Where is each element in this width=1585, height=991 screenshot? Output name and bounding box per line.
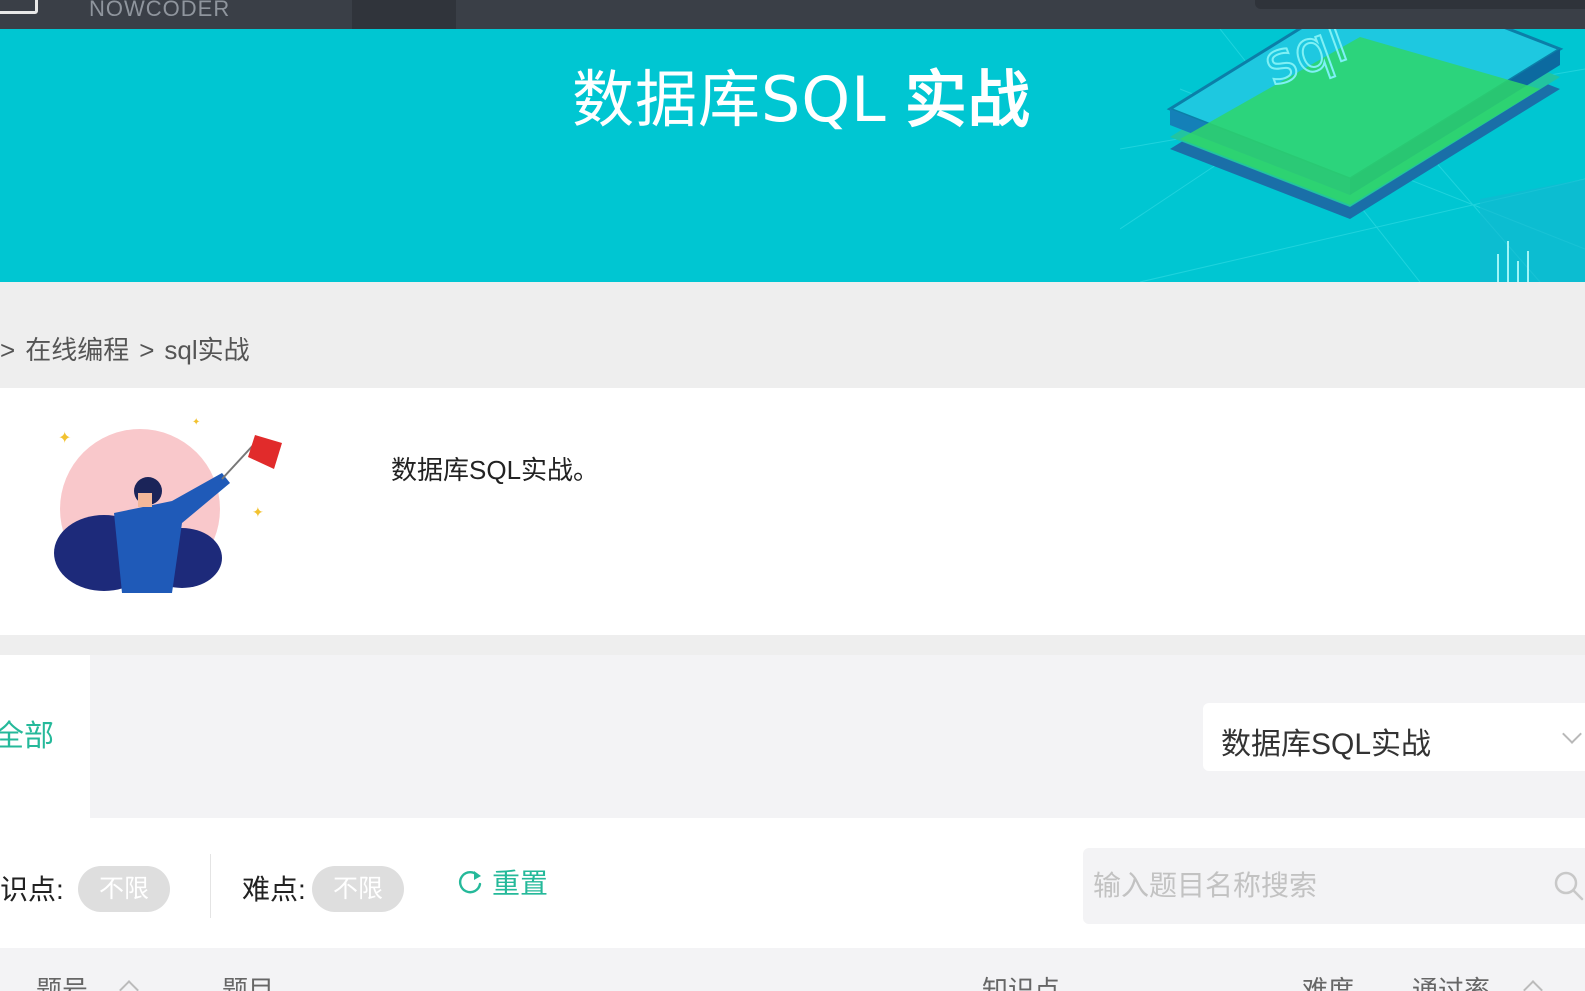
problem-set-dropdown[interactable]: 数据库SQL实战 — [1203, 703, 1585, 771]
sort-icon[interactable] — [1523, 980, 1543, 991]
breadcrumb-separator: > — [139, 335, 155, 365]
breadcrumb-band: > 在线编程 > sql实战 — [0, 282, 1585, 388]
svg-text:✦: ✦ — [252, 504, 264, 520]
banner-title-main: 数据库SQL — [572, 63, 887, 136]
intro-description: 数据库SQL实战。 — [391, 455, 600, 485]
svg-text:✦: ✦ — [192, 417, 200, 428]
filter-row: 识点: 不限 难点: 不限 重置 — [0, 818, 1585, 948]
table-header: 题号 题目 知识点 难度 通过率 — [0, 948, 1585, 991]
top-nav-bar: NOWCODER — [0, 0, 1585, 29]
refresh-icon — [459, 871, 482, 894]
breadcrumb-separator: > — [0, 335, 16, 365]
col-knowledge: 知识点 — [982, 975, 1061, 991]
col-problem-id[interactable]: 题号 — [36, 970, 88, 991]
banner: 数据库SQL 实战 sql — [0, 29, 1585, 282]
tab-row: 全部 数据库SQL实战 — [0, 655, 1585, 818]
chevron-down-icon — [1562, 724, 1582, 744]
svg-text:✦: ✦ — [58, 430, 71, 447]
col-difficulty[interactable]: 难度 — [1302, 970, 1354, 991]
breadcrumb-online-coding[interactable]: 在线编程 — [25, 335, 129, 365]
breadcrumb: > 在线编程 > sql实战 — [0, 330, 260, 367]
reset-button[interactable]: 重置 — [456, 862, 548, 902]
col-pass-rate[interactable]: 通过率 — [1412, 970, 1490, 991]
search-box — [1083, 848, 1585, 924]
sort-icon[interactable] — [119, 980, 139, 991]
filter-divider — [210, 854, 211, 918]
nav-search-area[interactable] — [1255, 0, 1585, 9]
col-title: 题目 — [222, 975, 275, 991]
section-divider — [0, 635, 1585, 655]
nav-active-tab[interactable] — [352, 0, 456, 29]
flag-person-illustration: ✦ ✦ ✦ — [54, 417, 282, 593]
problem-search-input[interactable] — [1093, 866, 1533, 906]
database-illustration-icon: sql — [1120, 29, 1585, 282]
banner-title: 数据库SQL 实战 — [572, 49, 1031, 139]
reset-label: 重置 — [492, 868, 549, 899]
knowledge-filter-pill[interactable]: 不限 — [78, 866, 170, 912]
tab-all-label: 全部 — [0, 720, 54, 753]
search-icon[interactable] — [1553, 870, 1585, 902]
knowledge-filter-label: 识点: — [0, 874, 64, 905]
brand-name[interactable]: NOWCODER — [89, 0, 230, 22]
banner-title-bold: 实战 — [904, 63, 1031, 136]
intro-card: ✦ ✦ ✦ 数据库SQL实战。 — [0, 388, 1585, 635]
difficulty-filter-pill[interactable]: 不限 — [312, 866, 404, 912]
tab-all[interactable]: 全部 — [0, 655, 90, 818]
difficulty-filter-label: 难点: — [242, 874, 306, 905]
logo-icon[interactable] — [0, 0, 38, 14]
problem-set-value: 数据库SQL实战 — [1221, 728, 1432, 761]
breadcrumb-sql-practice[interactable]: sql实战 — [164, 335, 249, 365]
